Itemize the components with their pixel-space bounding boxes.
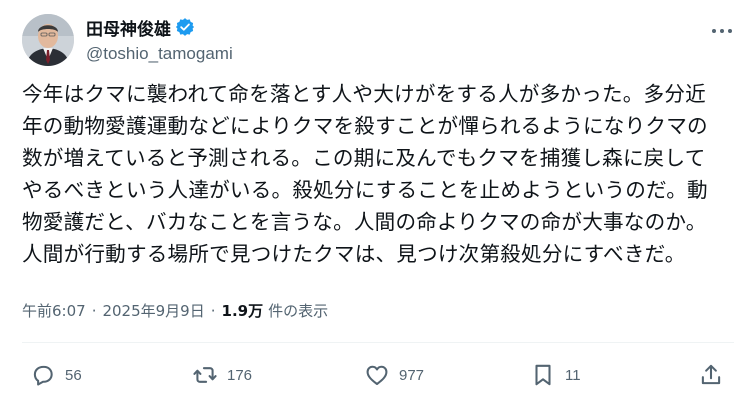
action-bar: 56 176 977 11 <box>22 356 734 396</box>
reply-button[interactable]: 56 <box>30 362 82 388</box>
author-info: 田母神俊雄 @toshio_tamogami <box>86 14 233 64</box>
meta-separator: · <box>91 301 97 320</box>
avatar-portrait <box>22 14 74 66</box>
name-row: 田母神俊雄 <box>86 14 233 40</box>
avatar[interactable] <box>22 14 74 66</box>
handle[interactable]: @toshio_tamogami <box>86 44 233 64</box>
reply-count: 56 <box>65 366 82 384</box>
reply-icon <box>33 365 53 386</box>
bookmark-count: 11 <box>565 366 581 384</box>
bookmark-icon <box>535 364 551 386</box>
display-name[interactable]: 田母神俊雄 <box>86 15 171 40</box>
post-date[interactable]: 2025年9月9日 <box>102 300 204 321</box>
more-dots-icon[interactable] <box>710 22 734 34</box>
post-card: 田母神俊雄 @toshio_tamogami 今年はクマに襲われて命を落とす人や… <box>0 0 752 409</box>
share-button[interactable] <box>698 362 724 388</box>
post-meta: 午前6:07 · 2025年9月9日 · 1.9万 件の表示 <box>22 300 328 321</box>
divider <box>22 342 734 343</box>
views-count: 1.9万 <box>221 302 264 320</box>
share-icon <box>701 364 721 385</box>
repost-button[interactable]: 176 <box>192 362 252 388</box>
meta-separator: · <box>210 301 216 320</box>
post-text: 今年はクマに襲われて命を落とす人や大けがをする人が多かった。多分近 年の動物愛護… <box>22 82 708 266</box>
repost-count: 176 <box>227 366 253 384</box>
heart-icon <box>366 365 388 386</box>
views-label: 件の表示 <box>268 302 329 320</box>
like-count: 977 <box>399 366 425 384</box>
verified-badge-icon <box>175 17 195 37</box>
bookmark-button[interactable]: 11 <box>530 362 581 388</box>
repost-icon <box>193 367 217 383</box>
post-time[interactable]: 午前6:07 <box>22 300 86 321</box>
like-button[interactable]: 977 <box>364 362 424 388</box>
